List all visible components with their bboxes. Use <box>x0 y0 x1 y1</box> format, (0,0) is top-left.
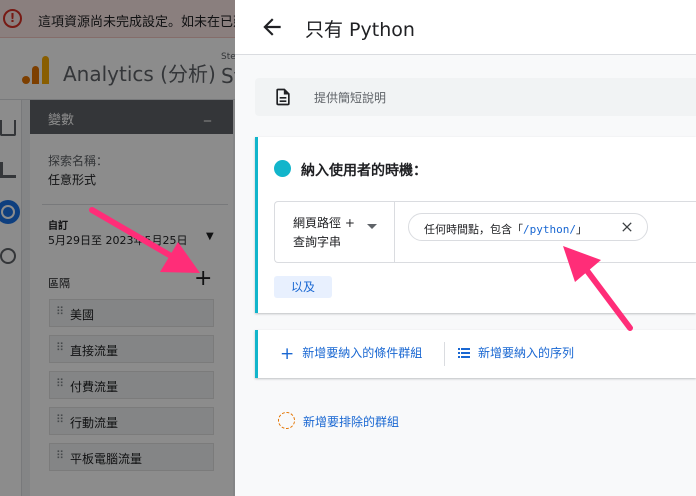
back-arrow-icon[interactable] <box>259 14 285 40</box>
segment-builder-drawer: 只有 Python 提供簡短說明 納入使用者的時機： 網頁路徑 + 查詢字串 任… <box>235 0 696 496</box>
close-icon[interactable] <box>619 219 635 235</box>
description-placeholder: 提供簡短說明 <box>314 91 387 105</box>
plus-icon: + <box>280 344 295 364</box>
dropdown-arrow-icon <box>367 224 377 229</box>
and-button[interactable]: 以及 <box>274 276 332 298</box>
filter-suffix: 」 <box>575 223 587 236</box>
add-sequence-button[interactable]: 新增要納入的序列 <box>458 344 574 364</box>
divider <box>444 342 445 366</box>
filter-prefix: 任何時間點，包含「 <box>424 223 523 236</box>
filter-text: 任何時間點，包含「/python/」 <box>424 221 587 237</box>
add-condition-group-label: 新增要納入的條件群組 <box>302 346 423 360</box>
dimension-select[interactable]: 網頁路徑 + 查詢字串 <box>275 202 395 262</box>
filter-chip[interactable]: 任何時間點，包含「/python/」 <box>408 213 648 241</box>
sequence-list-icon <box>458 348 470 358</box>
exclude-circle-icon <box>278 412 295 429</box>
drawer-header: 只有 Python <box>235 0 696 55</box>
include-title: 納入使用者的時機： <box>301 163 427 179</box>
dimension-name-line2: 查詢字串 <box>293 235 342 249</box>
include-indicator-icon <box>274 160 291 177</box>
add-condition-group-button[interactable]: + 新增要納入的條件群組 <box>280 344 422 364</box>
include-condition-card: 納入使用者的時機： 網頁路徑 + 查詢字串 任何時間點，包含「/python/」… <box>255 137 696 313</box>
add-sequence-label: 新增要納入的序列 <box>478 346 575 360</box>
add-exclude-group-label: 新增要排除的群組 <box>303 415 400 429</box>
add-include-card: + 新增要納入的條件群組 新增要納入的序列 <box>255 330 696 378</box>
drawer-body: 提供簡短說明 納入使用者的時機： 網頁路徑 + 查詢字串 任何時間點，包含「/p… <box>235 55 696 496</box>
filter-value: /python/ <box>523 223 576 236</box>
description-input[interactable]: 提供簡短說明 <box>255 78 696 116</box>
dimension-name-line1: 網頁路徑 + <box>293 216 355 230</box>
segment-title[interactable]: 只有 Python <box>305 15 415 42</box>
condition-row: 網頁路徑 + 查詢字串 任何時間點，包含「/python/」 <box>274 201 696 263</box>
document-icon <box>276 88 290 106</box>
